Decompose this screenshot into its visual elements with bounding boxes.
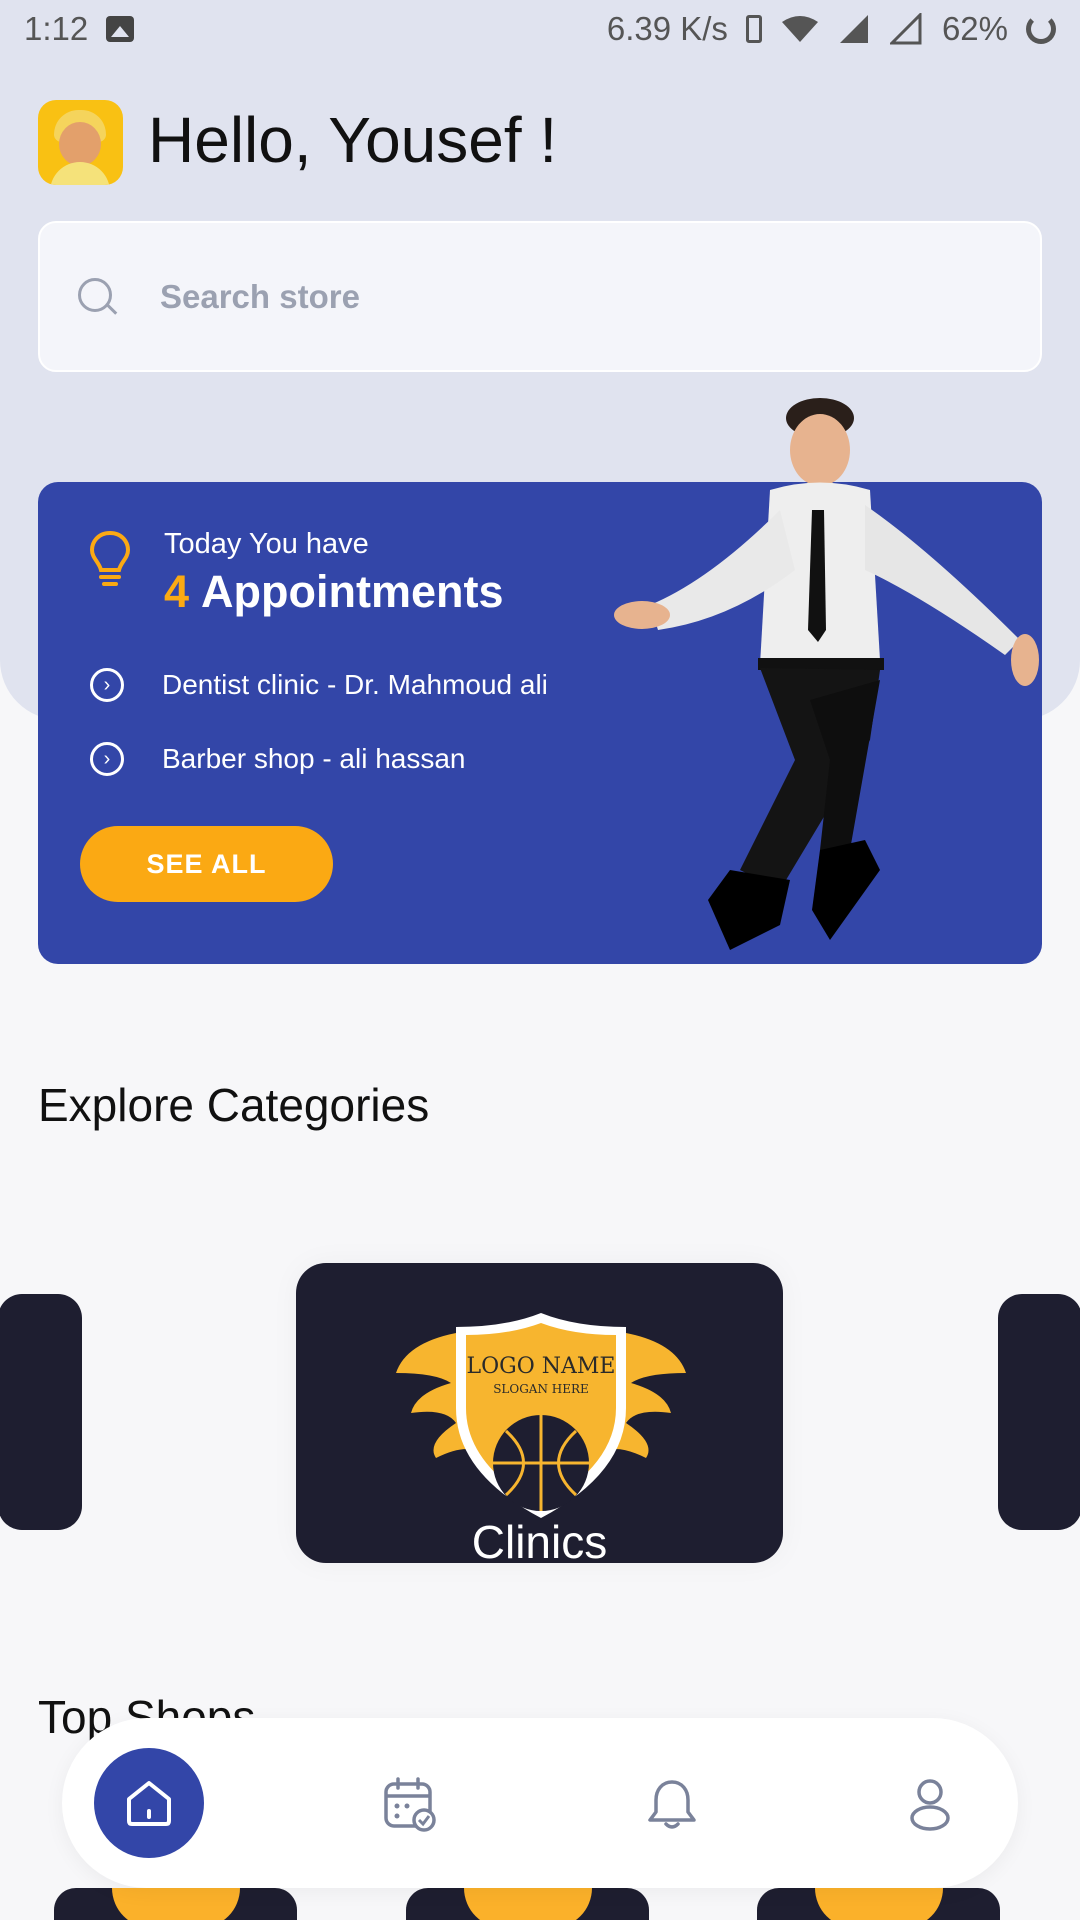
- profile-icon[interactable]: [902, 1776, 958, 1832]
- category-label: Clinics: [471, 1516, 608, 1563]
- avatar[interactable]: [38, 100, 123, 185]
- shop-card[interactable]: [757, 1888, 1000, 1920]
- greeting-title: Hello, Yousef !: [148, 104, 558, 176]
- bottom-navigation: [62, 1718, 1018, 1888]
- status-bar: 1:12 6.39 K/s 62%: [0, 0, 1080, 58]
- network-speed: 6.39 K/s: [606, 10, 728, 47]
- logo-slogan: SLOGAN HERE: [493, 1382, 589, 1396]
- phone-icon: [745, 15, 762, 43]
- logo-name: LOGO NAME: [467, 1354, 616, 1379]
- shop-card[interactable]: [406, 1888, 649, 1920]
- gallery-notification-icon: [106, 16, 135, 42]
- appointments-heading: 4 Appointments: [164, 566, 504, 618]
- signal-icon: [839, 15, 868, 43]
- appointment-label: Dentist clinic - Dr. Mahmoud ali: [162, 669, 548, 700]
- logo-emblem: LOGO NAME SLOGAN HERE: [396, 1313, 686, 1518]
- appointments-title: Appointments: [201, 566, 504, 617]
- chevron-right-circle-icon: ›: [90, 742, 124, 776]
- bell-icon[interactable]: [644, 1776, 700, 1832]
- search-icon: [76, 276, 118, 318]
- signal-empty-icon: [889, 13, 922, 45]
- search-input[interactable]: [160, 277, 960, 316]
- chevron-right-circle-icon: ›: [90, 668, 124, 702]
- appointment-item[interactable]: › Barber shop - ali hassan: [90, 742, 466, 776]
- see-all-button[interactable]: SEE ALL: [80, 826, 333, 902]
- category-card-next[interactable]: [998, 1294, 1080, 1530]
- battery-level: 62%: [941, 10, 1008, 47]
- lightbulb-icon: [89, 530, 131, 586]
- status-time: 1:12: [24, 10, 89, 47]
- calendar-icon[interactable]: [382, 1776, 438, 1832]
- search-bar[interactable]: [38, 221, 1042, 372]
- appointments-intro: Today You have: [164, 528, 369, 560]
- appointment-label: Barber shop - ali hassan: [162, 743, 466, 774]
- appointment-item[interactable]: › Dentist clinic - Dr. Mahmoud ali: [90, 668, 548, 702]
- appointments-count: 4: [164, 566, 190, 617]
- category-card-prev[interactable]: [0, 1294, 82, 1530]
- categories-title: Explore Categories: [38, 1079, 430, 1131]
- businessman-illustration: [614, 398, 1039, 950]
- shop-card[interactable]: [54, 1888, 297, 1920]
- battery-icon: [1026, 14, 1056, 44]
- home-icon: [127, 1781, 171, 1826]
- nav-home-button[interactable]: [94, 1748, 204, 1858]
- wifi-icon: [781, 16, 818, 42]
- category-card[interactable]: LOGO NAME SLOGAN HERE Clinics: [296, 1263, 783, 1563]
